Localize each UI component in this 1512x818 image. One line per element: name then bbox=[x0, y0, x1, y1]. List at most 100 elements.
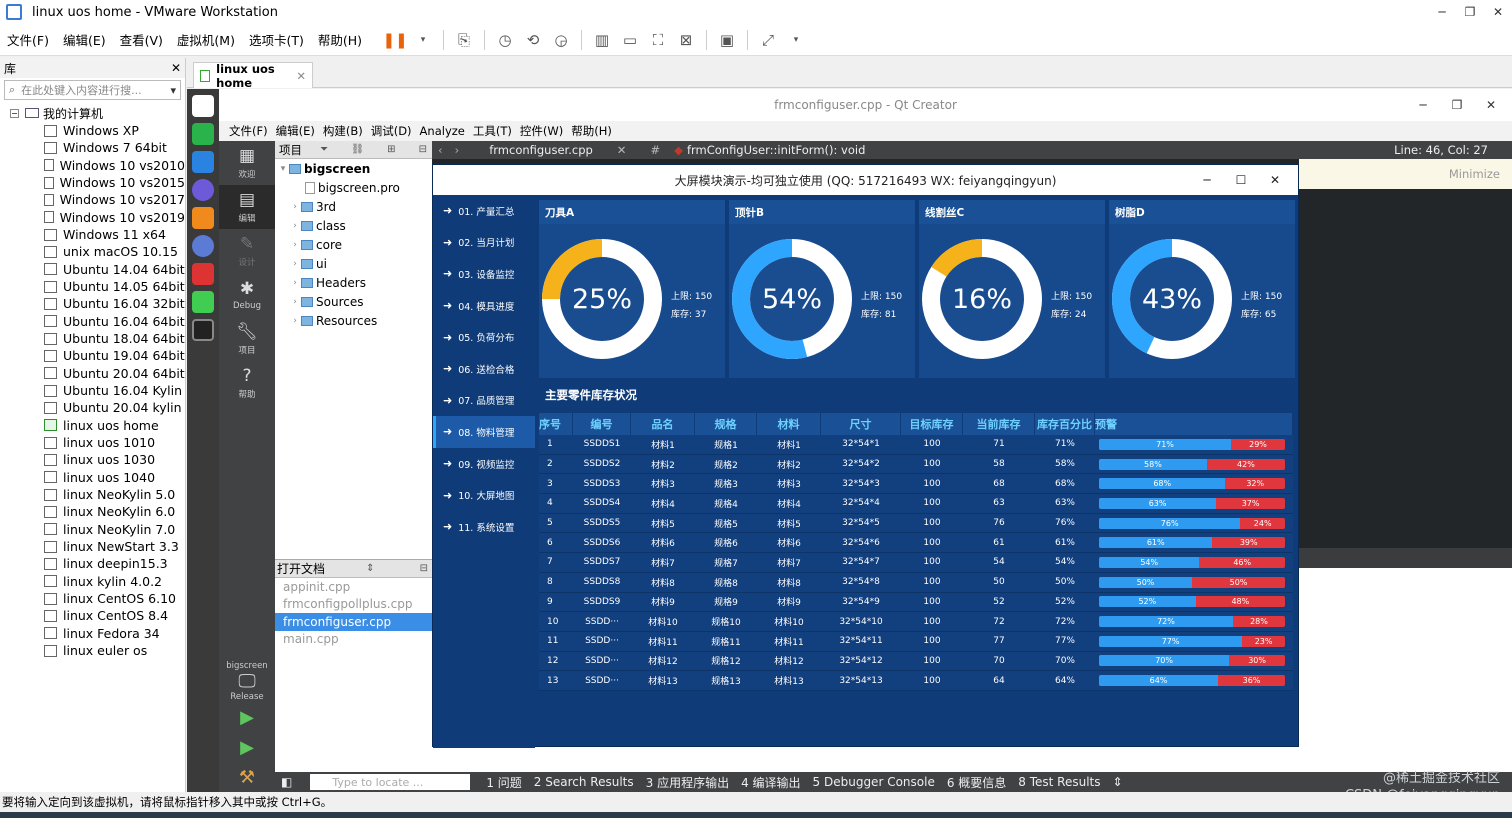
split-icon[interactable]: ⊟ bbox=[416, 563, 432, 574]
output-tab-debugger[interactable]: 5 Debugger Console bbox=[807, 775, 941, 789]
project-tree-item[interactable]: bigscreen.pro bbox=[275, 178, 432, 197]
table-row[interactable]: 1 SSDDS1 材料1 规格1 材料1 32*54*1 100 71 71% 71% 29% bbox=[539, 435, 1293, 455]
vm-list-item[interactable]: Windows 7 64bit bbox=[0, 139, 185, 156]
nav-item[interactable]: ➜ 09. 视频监控 bbox=[433, 448, 535, 480]
vm-list-item[interactable]: linux uos 1040 bbox=[0, 469, 185, 486]
vm-list-item[interactable]: Ubuntu 16.04 Kylin bbox=[0, 382, 185, 399]
open-document-item[interactable]: appinit.cpp bbox=[275, 578, 432, 596]
app-icon[interactable] bbox=[192, 123, 214, 145]
tab-linux-uos-home[interactable]: linux uos home ✕ bbox=[193, 62, 313, 90]
vm-list-item[interactable]: Ubuntu 20.04 64bit bbox=[0, 365, 185, 382]
menu-view[interactable]: 查看(V) bbox=[113, 30, 170, 49]
mode-help[interactable]: ? 帮助 bbox=[219, 361, 275, 405]
project-tree-item[interactable]: › Resources bbox=[275, 311, 432, 330]
table-header-cell[interactable]: 规格 bbox=[695, 413, 757, 435]
app-close-button[interactable]: ✕ bbox=[1258, 165, 1292, 195]
link-icon[interactable]: ⛓ bbox=[346, 144, 369, 155]
expanded-arrow-icon[interactable]: ▾ bbox=[277, 164, 289, 174]
open-document-item[interactable]: frmconfigpollplus.cpp bbox=[275, 596, 432, 614]
vm-list-item[interactable]: Ubuntu 14.04 64bit bbox=[0, 261, 185, 278]
collapsed-arrow-icon[interactable]: › bbox=[289, 240, 301, 250]
vm-list-item[interactable]: Windows 10 vs2019 bbox=[0, 209, 185, 226]
table-header-cell[interactable]: 品名 bbox=[631, 413, 695, 435]
vm-list-item[interactable]: linux NeoKylin 5.0 bbox=[0, 486, 185, 503]
project-tree-item[interactable]: › class bbox=[275, 216, 432, 235]
app-icon[interactable] bbox=[192, 319, 214, 341]
nav-item[interactable]: ➜ 06. 送检合格 bbox=[433, 353, 535, 385]
split-icon[interactable]: ⊞ bbox=[382, 144, 400, 155]
vm-list-item[interactable]: linux uos 1030 bbox=[0, 451, 185, 468]
chevron-updown-icon[interactable]: ⇕ bbox=[1107, 775, 1129, 789]
table-header-cell[interactable]: 序号 bbox=[539, 413, 573, 435]
table-header-cell[interactable]: 当前库存 bbox=[963, 413, 1035, 435]
collapsed-arrow-icon[interactable]: › bbox=[289, 259, 301, 269]
project-tree-item[interactable]: › Headers bbox=[275, 273, 432, 292]
qt-menu-controls[interactable]: 控件(W) bbox=[516, 123, 567, 139]
vm-list-item[interactable]: Windows 10 vs2015 bbox=[0, 174, 185, 191]
output-tab-issues[interactable]: 1 问题 bbox=[480, 774, 527, 791]
run-button[interactable]: ▶ bbox=[219, 702, 275, 732]
table-header-cell[interactable]: 库存百分比 bbox=[1035, 413, 1095, 435]
sidebar-toggle-icon[interactable]: ◧ bbox=[281, 775, 292, 789]
project-tree-item[interactable]: › core bbox=[275, 235, 432, 254]
nav-item[interactable]: ➜ 08. 物料管理 bbox=[433, 416, 535, 448]
vm-list-item[interactable]: Windows 10 vs2010 bbox=[0, 157, 185, 174]
collapsed-arrow-icon[interactable]: › bbox=[289, 221, 301, 231]
table-header-cell[interactable]: 编号 bbox=[573, 413, 631, 435]
close-button[interactable]: ✕ bbox=[1484, 0, 1512, 24]
vm-list-item[interactable]: Ubuntu 18.04 64bit bbox=[0, 330, 185, 347]
dropdown-arrow-icon[interactable]: ▾ bbox=[786, 30, 806, 50]
collapse-icon[interactable]: − bbox=[10, 108, 19, 118]
menu-vm[interactable]: 虚拟机(M) bbox=[170, 30, 242, 49]
locate-input[interactable]: Type to locate ... bbox=[310, 774, 471, 790]
vm-list-item[interactable]: Ubuntu 20.04 kylin bbox=[0, 399, 185, 416]
nav-item[interactable]: ➜ 03. 设备监控 bbox=[433, 258, 535, 290]
revert-snapshot-icon[interactable]: ⟲ bbox=[523, 30, 543, 50]
collapsed-arrow-icon[interactable]: › bbox=[289, 297, 301, 307]
qt-creator-icon[interactable] bbox=[192, 291, 214, 313]
table-row[interactable]: 8 SSDDS8 材料8 规格8 材料8 32*54*8 100 50 50% 50% 50% bbox=[539, 572, 1293, 593]
table-row[interactable]: 5 SSDDS5 材料5 规格5 材料5 32*54*5 100 76 76% 76% 24% bbox=[539, 513, 1293, 534]
vm-list-item[interactable]: linux euler os bbox=[0, 642, 185, 659]
qt-menu-debug[interactable]: 调试(D) bbox=[367, 123, 416, 139]
vm-list-item[interactable]: linux CentOS 8.4 bbox=[0, 607, 185, 624]
app-minimize-button[interactable]: ─ bbox=[1190, 165, 1224, 195]
dropdown-arrow-icon[interactable]: ▾ bbox=[413, 30, 433, 50]
app-maximize-button[interactable]: ☐ bbox=[1224, 165, 1258, 195]
forward-icon[interactable]: › bbox=[449, 143, 466, 157]
launcher-icon[interactable] bbox=[192, 95, 214, 117]
table-row[interactable]: 3 SSDDS3 材料3 规格3 材料3 32*54*3 100 68 68% 68% 32% bbox=[539, 474, 1293, 495]
send-keys-icon[interactable]: ⎘ bbox=[454, 30, 474, 50]
function-selector[interactable]: ◆ frmConfigUser::initForm(): void bbox=[674, 143, 865, 157]
app-icon[interactable] bbox=[192, 151, 214, 173]
qt-minimize-button[interactable]: ─ bbox=[1406, 89, 1440, 121]
project-tree-item[interactable]: › ui bbox=[275, 254, 432, 273]
vm-list-item[interactable]: Windows 11 x64 bbox=[0, 226, 185, 243]
output-tab-compile[interactable]: 4 编译输出 bbox=[735, 774, 806, 791]
table-row[interactable]: 6 SSDDS6 材料6 规格6 材料6 32*54*6 100 61 61% 61% 39% bbox=[539, 533, 1293, 554]
qt-menu-edit[interactable]: 编辑(E) bbox=[272, 123, 319, 139]
tree-root-my-computer[interactable]: − 我的计算机 bbox=[0, 104, 185, 122]
minimize-button[interactable]: ─ bbox=[1428, 0, 1456, 24]
show-library-icon[interactable]: ▥ bbox=[592, 30, 612, 50]
qt-menu-tools[interactable]: 工具(T) bbox=[469, 123, 516, 139]
nav-item[interactable]: ➜ 07. 品质管理 bbox=[433, 385, 535, 417]
chevron-down-icon[interactable]: ▾ bbox=[170, 84, 176, 97]
nav-item[interactable]: ➜ 04. 模具进度 bbox=[433, 290, 535, 322]
qt-menu-file[interactable]: 文件(F) bbox=[225, 123, 272, 139]
table-row[interactable]: 4 SSDDS4 材料4 规格4 材料4 32*54*4 100 63 63% 63% 37% bbox=[539, 494, 1293, 514]
debug-run-button[interactable]: ▶ bbox=[219, 732, 275, 762]
vm-list-item[interactable]: linux Fedora 34 bbox=[0, 625, 185, 642]
mode-projects[interactable]: 🔧︎ 项目 bbox=[219, 317, 275, 361]
table-row[interactable]: 12 SSDD··· 材料12 规格12 材料12 32*54*12 100 70 70% 70%… bbox=[539, 651, 1293, 672]
output-tab-summary[interactable]: 6 概要信息 bbox=[941, 774, 1012, 791]
table-header-cell[interactable]: 材料 bbox=[757, 413, 821, 435]
back-icon[interactable]: ‹ bbox=[432, 143, 449, 157]
pane-splitter[interactable] bbox=[1299, 548, 1512, 568]
qt-maximize-button[interactable]: ❐ bbox=[1440, 89, 1474, 121]
build-hammer-icon[interactable]: ⚒ bbox=[219, 762, 275, 792]
close-file-icon[interactable]: ✕ bbox=[617, 143, 627, 157]
filter-icon[interactable]: ⏷ bbox=[315, 144, 333, 155]
guest-screen[interactable]: frmconfiguser.cpp - Qt Creator ─ ❐ ✕ 文件(… bbox=[187, 89, 1512, 792]
vm-list-item[interactable]: Windows XP bbox=[0, 122, 185, 139]
